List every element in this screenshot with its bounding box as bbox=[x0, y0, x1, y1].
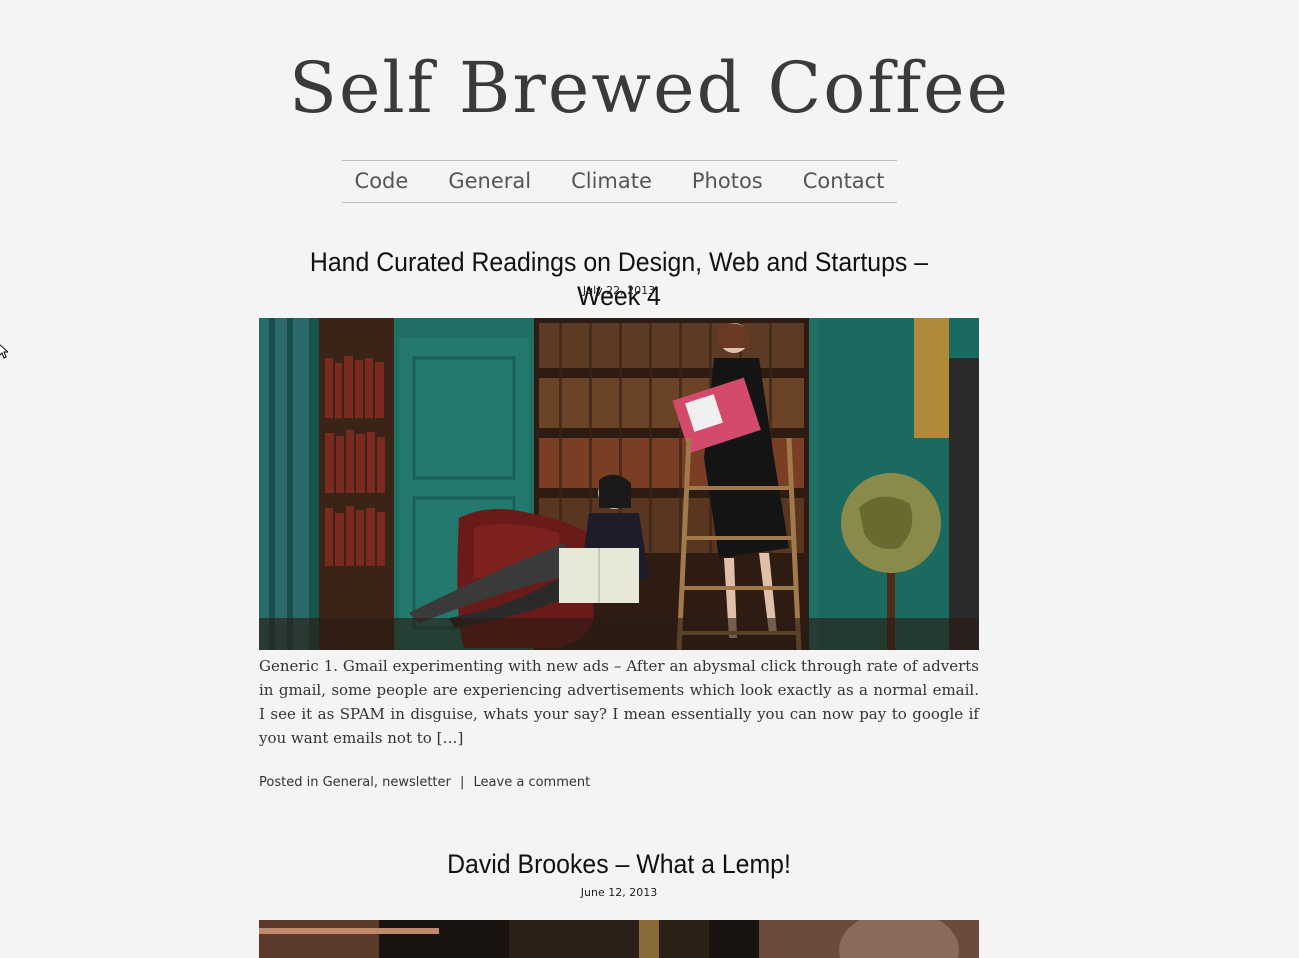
meta-separator: | bbox=[460, 775, 465, 790]
category-link-general[interactable]: General bbox=[323, 775, 374, 790]
posted-in-label: Posted in bbox=[259, 775, 319, 790]
nav-item-climate[interactable]: Climate bbox=[571, 161, 652, 202]
nav-item-contact[interactable]: Contact bbox=[803, 161, 885, 202]
mouse-pointer-icon bbox=[0, 344, 8, 359]
post-title[interactable]: Hand Curated Readings on Design, Web and… bbox=[288, 245, 950, 313]
category-link-newsletter[interactable]: newsletter bbox=[382, 775, 451, 790]
post-featured-image[interactable] bbox=[259, 318, 979, 650]
post-featured-image[interactable] bbox=[259, 920, 979, 958]
main-navigation: Code General Climate Photos Contact bbox=[342, 160, 897, 203]
post-date: July 22, 2013 bbox=[582, 284, 656, 297]
nav-item-general[interactable]: General bbox=[448, 161, 531, 202]
post-title[interactable]: David Brookes – What a Lemp! bbox=[288, 847, 950, 881]
post-date: June 12, 2013 bbox=[580, 886, 658, 899]
nav-item-photos[interactable]: Photos bbox=[692, 161, 763, 202]
nav-item-code[interactable]: Code bbox=[355, 161, 409, 202]
post-meta: Posted in General, newsletter | Leave a … bbox=[259, 775, 591, 790]
post-excerpt: Generic 1. Gmail experimenting with new … bbox=[259, 657, 979, 747]
library-photo bbox=[259, 318, 979, 650]
second-post-photo bbox=[259, 920, 979, 958]
site-title[interactable]: Self Brewed Coffee bbox=[0, 38, 1299, 138]
leave-comment-link[interactable]: Leave a comment bbox=[474, 775, 591, 790]
